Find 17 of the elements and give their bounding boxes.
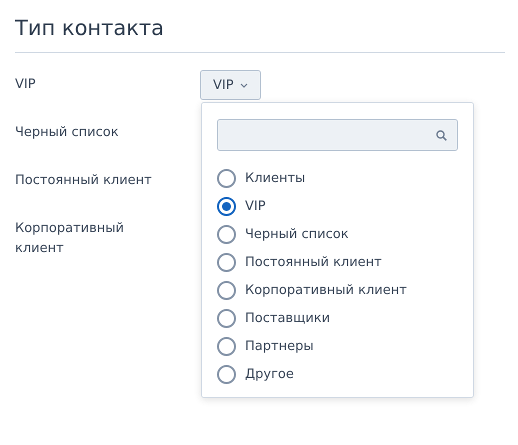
radio-option[interactable]: Поставщики (217, 304, 458, 332)
radio-option[interactable]: Корпоративный клиент (217, 276, 458, 304)
radio-option[interactable]: Партнеры (217, 332, 458, 360)
type-select[interactable]: VIP (200, 70, 261, 100)
section-title: Тип контакта (15, 15, 166, 42)
search-icon (436, 130, 447, 140)
radio-option[interactable]: Другое (217, 360, 458, 388)
search-field[interactable] (217, 119, 458, 151)
field-label: VIP (15, 76, 37, 94)
radio-option[interactable]: Черный список (217, 220, 458, 248)
field-label: Черный список (15, 124, 120, 142)
radio-option[interactable]: VIP (217, 192, 458, 220)
radio-option[interactable]: Клиенты (217, 164, 458, 192)
field-label: Постоянный клиент (15, 172, 153, 190)
radio-option[interactable]: Постоянный клиент (217, 248, 458, 276)
chevron-down-icon (240, 82, 248, 88)
field-label: Корпоративный клиент (15, 220, 126, 258)
